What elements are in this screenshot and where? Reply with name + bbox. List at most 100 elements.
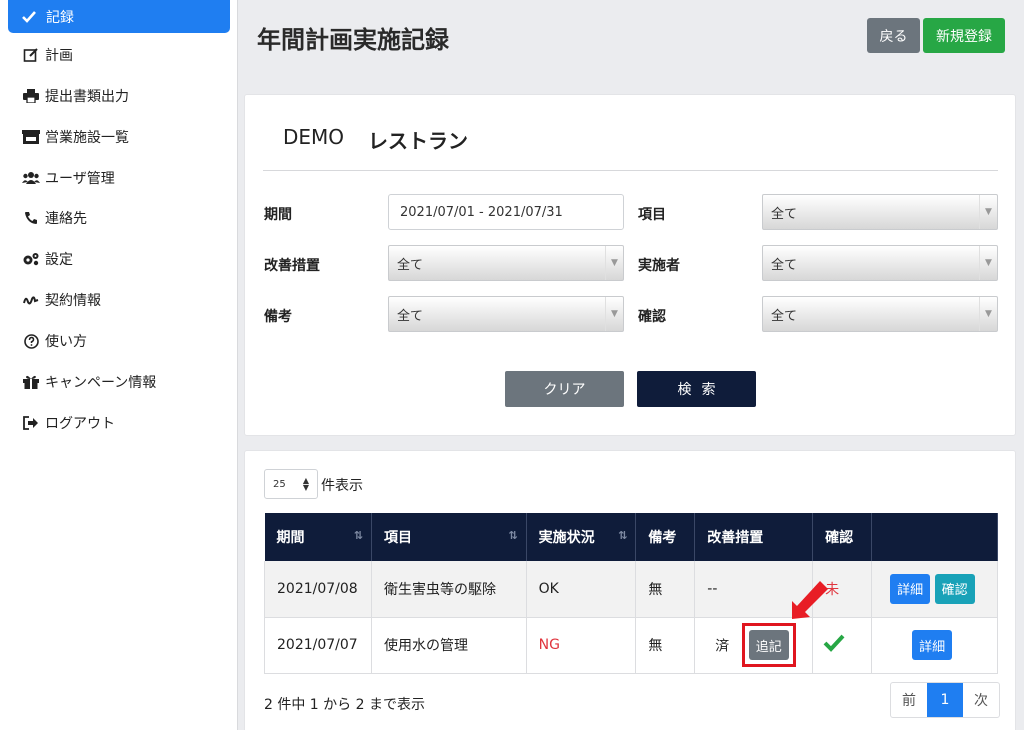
implementer-select-value: 全て: [771, 257, 798, 273]
sidebar-item-label: キャンペーン情報: [45, 375, 157, 391]
sort-icon: ⇅: [353, 529, 363, 542]
sidebar-item-label: ログアウト: [45, 416, 115, 432]
cell-period: 2021/07/07: [264, 617, 372, 674]
sign-out-icon: [22, 415, 40, 431]
pagination: 前 1 次: [890, 682, 1000, 718]
confirm-button[interactable]: 確認: [934, 573, 975, 604]
clear-button[interactable]: クリア: [505, 371, 624, 407]
column-header-status[interactable]: 実施状況 ⇅: [526, 513, 637, 561]
chevron-down-icon: ▼: [605, 246, 623, 280]
confirm-label: 確認: [638, 309, 666, 325]
sidebar-item-contract[interactable]: 契約情報: [22, 290, 101, 310]
sidebar-item-contacts[interactable]: 連絡先: [22, 208, 87, 228]
append-button[interactable]: 追記: [748, 630, 789, 660]
item-label: 項目: [638, 207, 666, 223]
chevron-down-icon: ▼: [605, 297, 623, 331]
cell-status: OK: [525, 561, 637, 618]
chevron-down-icon: ▼: [979, 297, 997, 331]
store-prefix: DEMO: [283, 125, 345, 149]
column-header-item[interactable]: 項目 ⇅: [371, 513, 527, 561]
sort-updown-icon: ▲ ▼: [302, 476, 309, 492]
pagination-next[interactable]: 次: [963, 683, 999, 717]
store-name: レストラン: [368, 129, 469, 153]
per-page-suffix: 件表示: [321, 478, 363, 494]
sidebar-item-settings[interactable]: 設定: [22, 249, 73, 269]
sidebar-item-plan[interactable]: 計画: [22, 45, 73, 65]
cell-period: 2021/07/08: [264, 561, 372, 618]
sidebar-item-label: 営業施設一覧: [45, 130, 129, 146]
gift-icon: [22, 374, 40, 390]
sort-icon: ⇅: [618, 529, 628, 542]
print-icon: [22, 88, 40, 104]
per-page-select[interactable]: 25 ▲ ▼: [264, 469, 318, 499]
sidebar-item-documents[interactable]: 提出書類出力: [22, 86, 129, 106]
table-header-row: 期間 ⇅ 項目 ⇅ 実施状況 ⇅ 備考 改善措置 確認: [264, 513, 998, 561]
cell-actions: 詳細 確認: [871, 561, 998, 618]
divider: [263, 170, 998, 171]
cell-item: 衛生害虫等の駆除: [370, 561, 527, 618]
check-icon: [22, 10, 40, 23]
column-header-period[interactable]: 期間 ⇅: [264, 513, 372, 561]
cell-status: NG: [525, 617, 637, 674]
page-title: 年間計画実施記録: [257, 26, 449, 54]
detail-button[interactable]: 詳細: [890, 573, 931, 604]
signature-icon: [22, 292, 40, 308]
question-circle-icon: [22, 333, 40, 349]
sidebar-item-label: 計画: [45, 48, 73, 64]
period-input[interactable]: 2021/07/01 - 2021/07/31: [388, 194, 624, 230]
store-heading: DEMO レストラン: [283, 125, 468, 154]
chevron-down-icon: ▼: [979, 195, 997, 229]
sidebar-item-campaign[interactable]: キャンペーン情報: [22, 372, 156, 392]
highlight-box: 追記: [741, 623, 796, 667]
sidebar-item-howto[interactable]: 使い方: [22, 331, 87, 351]
chevron-down-icon: ▼: [979, 246, 997, 280]
filter-card: DEMO レストラン 期間 2021/07/01 - 2021/07/31 項目…: [244, 94, 1016, 436]
pagination-page[interactable]: 1: [927, 683, 963, 717]
store-icon: [22, 129, 40, 145]
table-row: 2021/07/07 使用水の管理 NG 無 済 追記 詳細: [264, 617, 998, 674]
implementer-label: 実施者: [638, 258, 680, 274]
detail-button[interactable]: 詳細: [912, 630, 953, 660]
cell-remarks: 無: [635, 617, 696, 674]
new-register-button[interactable]: 新規登録: [923, 18, 1005, 53]
red-arrow-annotation: [780, 575, 836, 627]
cell-remarks: 無: [635, 561, 696, 618]
remarks-select[interactable]: 全て ▼: [388, 296, 624, 332]
item-select[interactable]: 全て ▼: [762, 194, 998, 230]
users-icon: [22, 170, 40, 186]
cell-item: 使用水の管理: [370, 617, 527, 674]
improvement-value: 済: [715, 638, 730, 655]
improvement-label: 改善措置: [264, 258, 320, 274]
sidebar-item-records[interactable]: 記録: [8, 0, 230, 33]
search-button[interactable]: 検索: [637, 371, 756, 407]
sidebar-item-logout[interactable]: ログアウト: [22, 413, 115, 433]
column-header-actions: [871, 513, 998, 561]
column-header-confirm: 確認: [812, 513, 873, 561]
sidebar-item-users[interactable]: ユーザ管理: [22, 168, 115, 188]
table-row: 2021/07/08 衛生害虫等の駆除 OK 無 -- 未 詳細 確認: [264, 561, 998, 618]
improvement-select-value: 全て: [397, 257, 424, 273]
column-header-improvement: 改善措置: [694, 513, 814, 561]
remarks-select-value: 全て: [397, 308, 424, 324]
confirm-select-value: 全て: [771, 308, 798, 324]
pagination-prev[interactable]: 前: [891, 683, 927, 717]
sidebar-item-label: 設定: [45, 252, 73, 268]
results-card: 25 ▲ ▼ 件表示 期間 ⇅ 項目 ⇅ 実施状況 ⇅ 備考 改善措置 確認 2021/…: [244, 450, 1016, 730]
implementer-select[interactable]: 全て ▼: [762, 245, 998, 281]
improvement-select[interactable]: 全て ▼: [388, 245, 624, 281]
per-page-value: 25: [273, 478, 286, 490]
sidebar-item-facilities[interactable]: 営業施設一覧: [22, 127, 129, 147]
back-button[interactable]: 戻る: [867, 18, 920, 53]
sort-icon: ⇅: [508, 529, 518, 542]
sidebar-item-label: 契約情報: [45, 293, 101, 309]
confirm-select[interactable]: 全て ▼: [762, 296, 998, 332]
check-mark-icon: [823, 634, 845, 656]
item-select-value: 全て: [771, 206, 798, 222]
sidebar-item-label: 連絡先: [45, 211, 87, 227]
table-info: 2 件中 1 から 2 まで表示: [264, 697, 425, 713]
period-label: 期間: [264, 207, 292, 223]
phone-icon: [22, 210, 40, 226]
column-header-remarks: 備考: [635, 513, 696, 561]
sidebar: 記録 計画 提出書類出力 営業施設一覧 ユーザ管理 連絡先 設定 契約情報 使い…: [0, 0, 238, 730]
gears-icon: [22, 251, 40, 267]
